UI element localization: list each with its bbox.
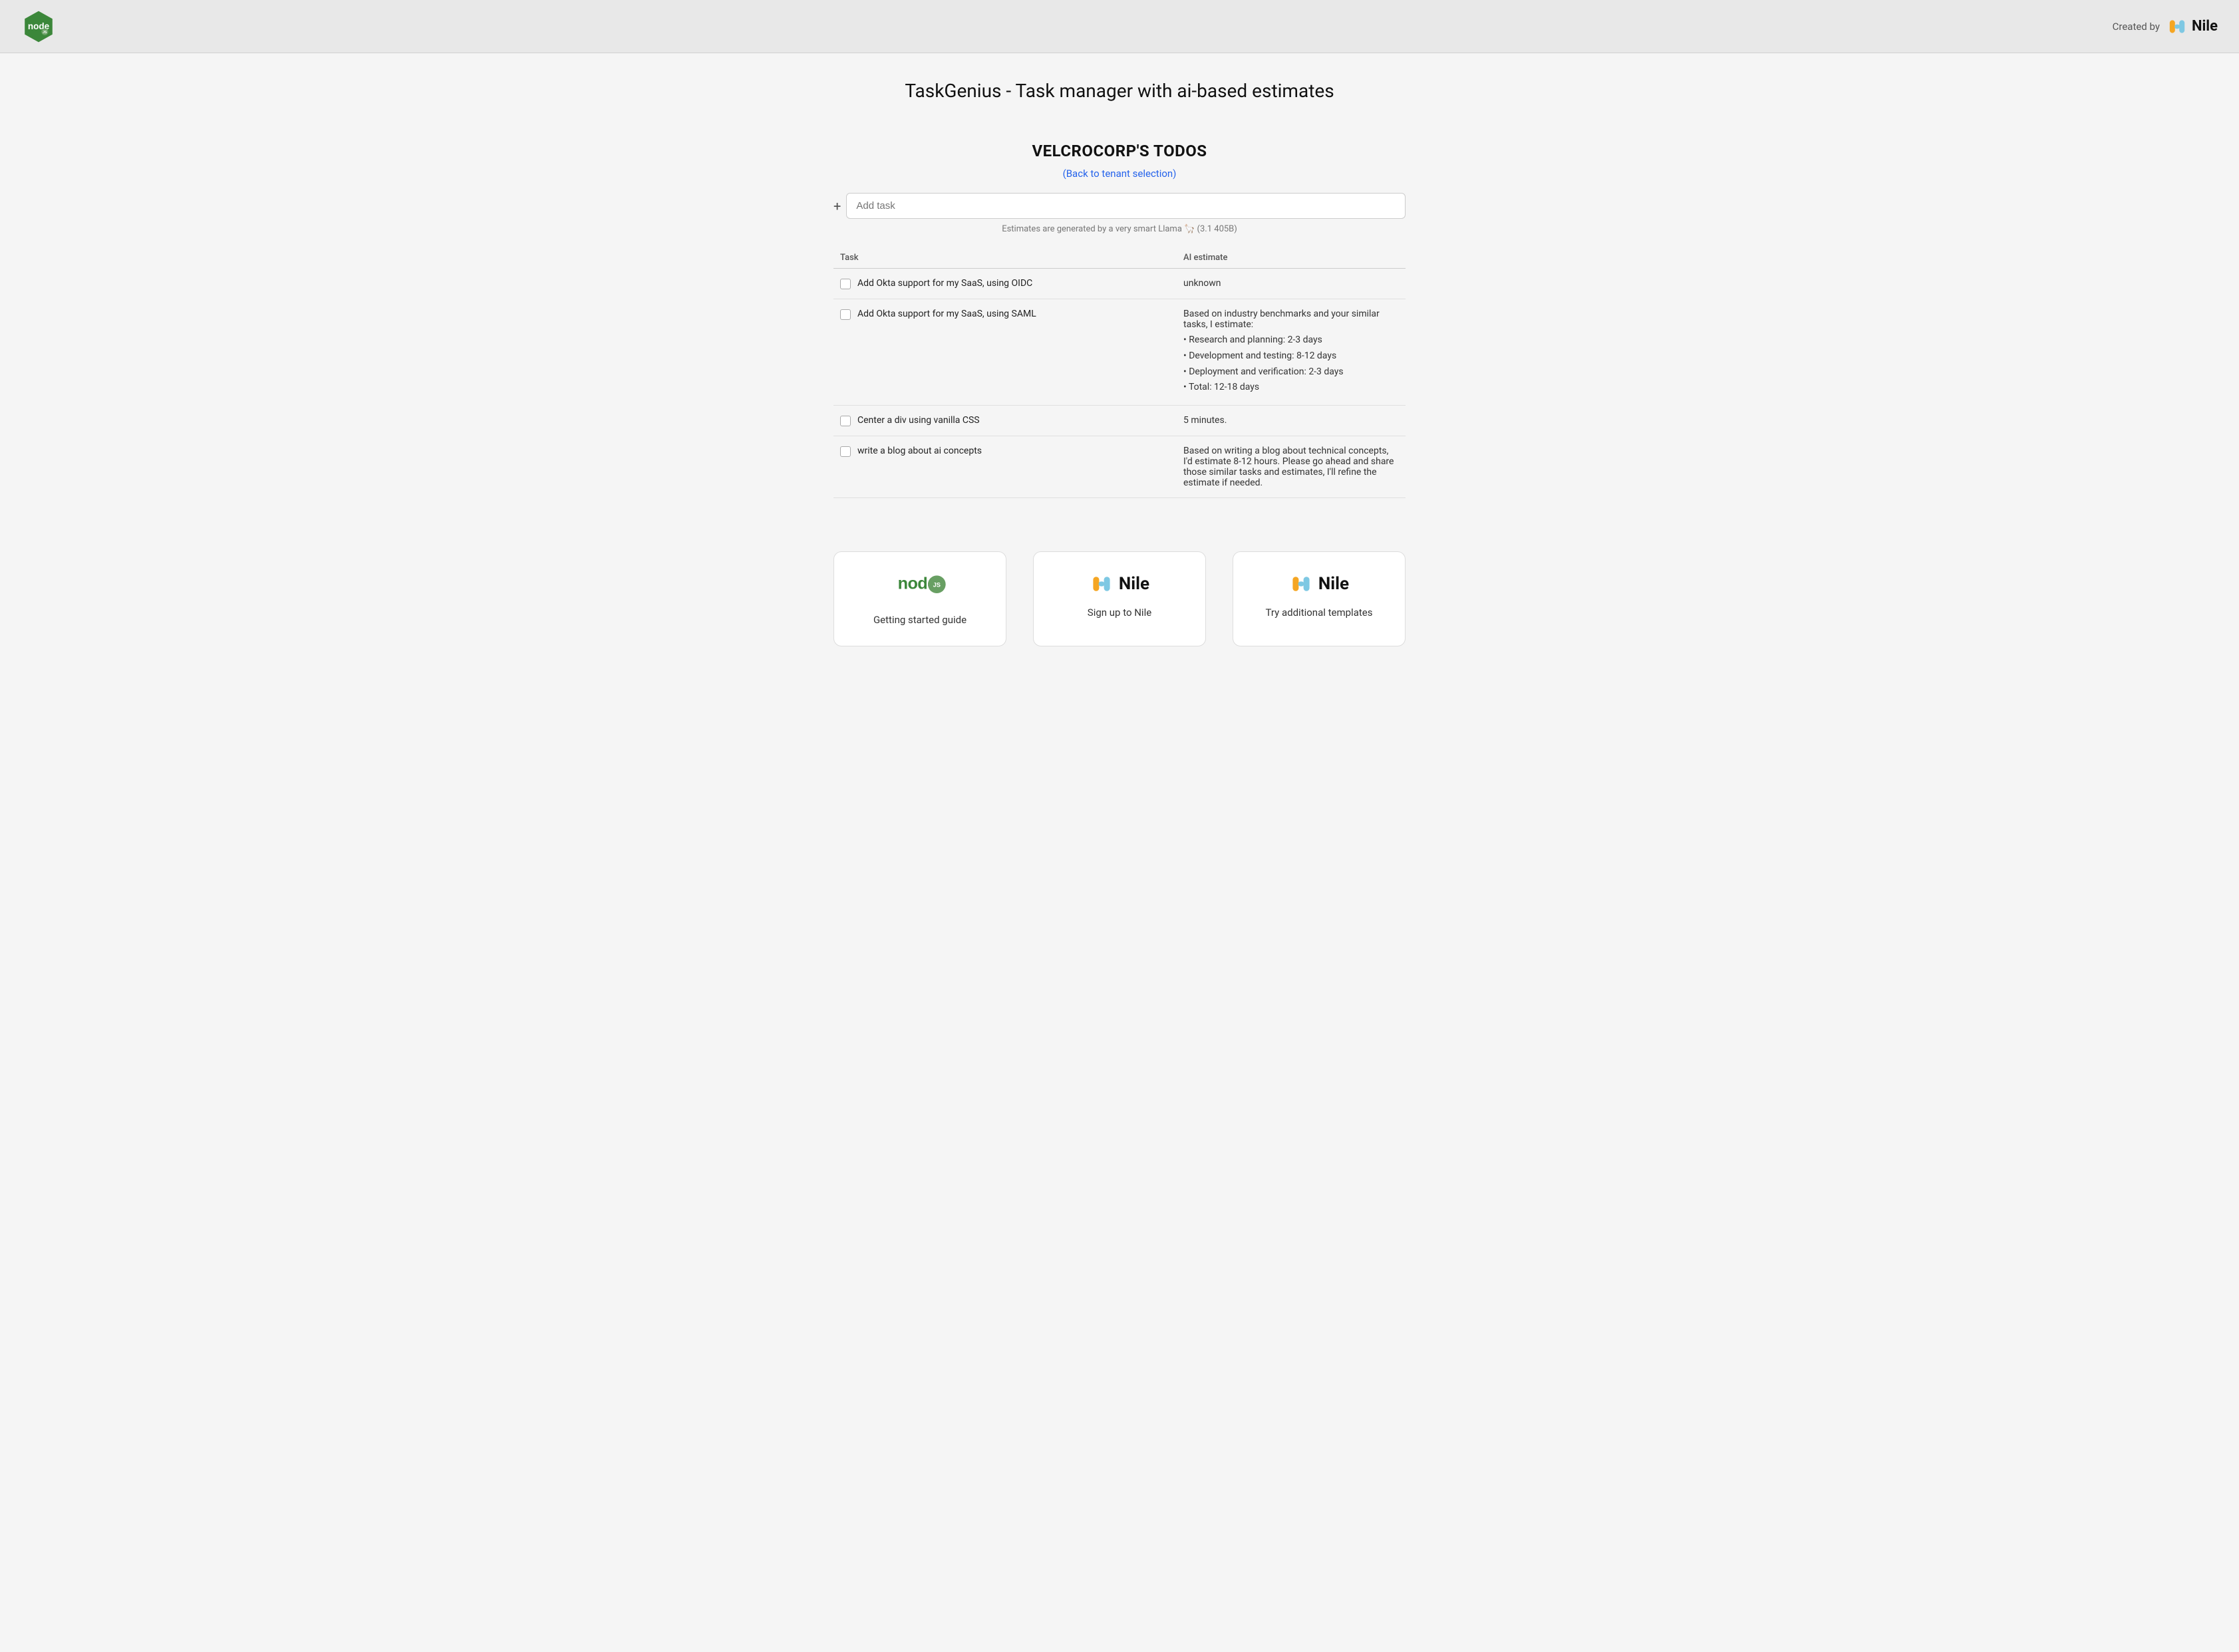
- card-nile-signup[interactable]: Nile Sign up to Nile: [1033, 551, 1206, 646]
- created-by-label: Created by: [2113, 21, 2160, 33]
- task-text: write a blog about ai concepts: [857, 446, 982, 456]
- estimate-item: Development and testing: 8-12 days: [1183, 348, 1399, 364]
- task-column-header: Task: [833, 247, 1177, 269]
- task-text: Center a div using vanilla CSS: [857, 415, 980, 426]
- estimate-cell: 5 minutes.: [1177, 406, 1406, 436]
- task-cell: Center a div using vanilla CSS: [833, 406, 1177, 436]
- task-checkbox[interactable]: [840, 416, 851, 426]
- svg-text:JS: JS: [43, 30, 47, 34]
- estimate-item: Research and planning: 2-3 days: [1183, 333, 1399, 348]
- task-cell: write a blog about ai concepts: [833, 436, 1177, 498]
- ai-note: Estimates are generated by a very smart …: [833, 224, 1406, 234]
- nodejs-logo: node JS: [21, 9, 56, 44]
- add-task-plus-icon[interactable]: +: [833, 198, 841, 214]
- nile-header-logo: Nile: [2166, 16, 2218, 37]
- table-row: Center a div using vanilla CSS 5 minutes…: [833, 406, 1406, 436]
- card-nile-templates[interactable]: Nile Try additional templates: [1233, 551, 1406, 646]
- task-cell: Add Okta support for my SaaS, using OIDC: [833, 269, 1177, 299]
- add-task-row: +: [833, 193, 1406, 219]
- estimate-text: 5 minutes.: [1183, 415, 1227, 426]
- table-row: write a blog about ai concepts Based on …: [833, 436, 1406, 498]
- nile-templates-label: Try additional templates: [1266, 607, 1373, 619]
- page-title: TaskGenius - Task manager with ai-based …: [13, 80, 2226, 102]
- task-table: Task AI estimate Add Okta support for my…: [833, 247, 1406, 498]
- task-checkbox[interactable]: [840, 279, 851, 289]
- task-text: Add Okta support for my SaaS, using OIDC: [857, 278, 1032, 289]
- estimate-item: Deployment and verification: 2-3 days: [1183, 364, 1399, 380]
- nodejs-card-label: Getting started guide: [873, 614, 967, 626]
- back-to-tenant-link[interactable]: (Back to tenant selection): [1063, 168, 1177, 180]
- tenant-title: VELCROCORP'S TODOS: [833, 142, 1406, 160]
- nile-signup-wordmark: Nile: [1119, 574, 1149, 594]
- table-row: Add Okta support for my SaaS, using OIDC…: [833, 269, 1406, 299]
- nile-templates-wordmark: Nile: [1318, 574, 1349, 594]
- task-text: Add Okta support for my SaaS, using SAML: [857, 309, 1036, 319]
- estimate-cell: unknown: [1177, 269, 1406, 299]
- add-task-input[interactable]: [846, 193, 1406, 219]
- task-checkbox[interactable]: [840, 446, 851, 457]
- estimate-item: Total: 12-18 days: [1183, 380, 1399, 396]
- svg-text:JS: JS: [933, 582, 941, 589]
- todo-container: VELCROCORP'S TODOS (Back to tenant selec…: [833, 142, 1406, 498]
- nile-signup-logo: Nile: [1090, 572, 1149, 596]
- header-logo: node JS: [21, 9, 56, 44]
- header-right: Created by Nile: [2113, 16, 2218, 37]
- task-checkbox[interactable]: [840, 309, 851, 320]
- table-row: Add Okta support for my SaaS, using SAML…: [833, 299, 1406, 406]
- card-nodejs[interactable]: node JS Getting started guide: [833, 551, 1006, 646]
- nile-templates-logo: Nile: [1289, 572, 1349, 596]
- bottom-cards: node JS Getting started guide Nile Sign …: [13, 551, 2226, 646]
- main-content: TaskGenius - Task manager with ai-based …: [0, 53, 2239, 1652]
- page-header: node JS Created by Nile: [0, 0, 2239, 53]
- estimate-cell: Based on writing a blog about technical …: [1177, 436, 1406, 498]
- ai-estimate-column-header: AI estimate: [1177, 247, 1406, 269]
- estimate-cell: Based on industry benchmarks and your si…: [1177, 299, 1406, 406]
- back-link-container[interactable]: (Back to tenant selection): [833, 167, 1406, 180]
- estimate-intro: Based on industry benchmarks and your si…: [1183, 309, 1380, 330]
- nile-signup-label: Sign up to Nile: [1088, 607, 1151, 619]
- estimate-text: unknown: [1183, 278, 1221, 289]
- estimate-text: Based on writing a blog about technical …: [1183, 446, 1394, 488]
- nile-wordmark: Nile: [2192, 18, 2218, 35]
- task-cell: Add Okta support for my SaaS, using SAML: [833, 299, 1177, 406]
